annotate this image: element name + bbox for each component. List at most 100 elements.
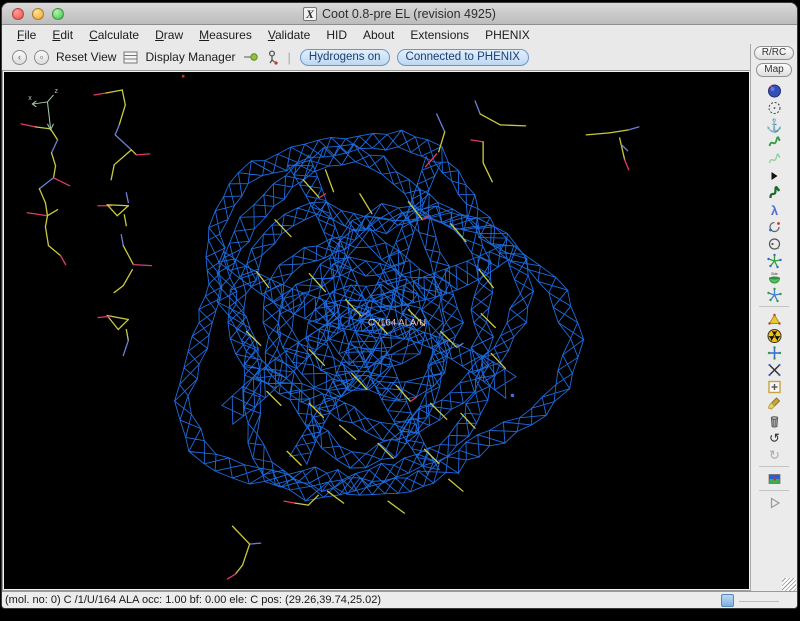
residue-fragment-segment <box>610 130 629 133</box>
reset-view-button[interactable]: Reset View <box>56 50 116 64</box>
residue-chain-segment <box>21 124 35 127</box>
ligand-builder-flag-icon[interactable] <box>763 470 785 487</box>
menu-hid[interactable]: HID <box>319 27 354 43</box>
residue-fragment-segment <box>483 163 492 182</box>
status-bar: (mol. no: 0) C /1/U/164 ALA occ: 1.00 bf… <box>2 591 797 608</box>
phenix-connection-button[interactable]: Connected to PHENIX <box>397 49 529 66</box>
display-manager-button[interactable]: Display Manager <box>145 50 235 64</box>
auto-fit-rotamer-icon[interactable] <box>763 218 785 235</box>
title-bar[interactable]: X Coot 0.8-pre EL (revision 4925) <box>2 3 797 25</box>
crosshair-circle-icon[interactable] <box>763 99 785 116</box>
residue-chain-segment <box>114 150 131 165</box>
residue-chain-segment <box>50 129 57 140</box>
in-density-stick <box>340 425 356 439</box>
menu-draw[interactable]: Draw <box>148 27 190 43</box>
residue-fragment-segment <box>625 160 629 170</box>
svg-text:↻: ↻ <box>769 447 780 462</box>
menu-edit[interactable]: Edit <box>45 27 80 43</box>
in-density-stick <box>378 443 393 458</box>
undo-icon[interactable]: ↺ <box>763 429 785 446</box>
trash-icon[interactable] <box>763 412 785 429</box>
edit-chi-angles-icon[interactable] <box>763 252 785 269</box>
svg-text:Side: Side <box>771 272 778 276</box>
residue-chain-segment <box>54 178 70 186</box>
hydrogens-toggle-button[interactable]: Hydrogens on <box>300 49 390 66</box>
run-script-icon[interactable] <box>763 494 785 511</box>
zoom-button[interactable] <box>52 8 64 20</box>
molecule-figure-icon[interactable] <box>266 50 279 65</box>
refine-zone-icon[interactable] <box>763 133 785 150</box>
anchor-icon[interactable]: ⚓ <box>763 116 785 133</box>
residue-chain-segment <box>45 216 47 227</box>
coot-window: X Coot 0.8-pre EL (revision 4925) FileEd… <box>1 2 798 609</box>
expand-arrow-icon[interactable] <box>763 167 785 184</box>
molecular-viewport[interactable]: xzC /164 ALA/U <box>4 72 749 589</box>
residue-chain-segment <box>133 265 151 266</box>
menu-phenix[interactable]: PHENIX <box>478 27 537 43</box>
sphere-icon[interactable] <box>763 82 785 99</box>
in-density-stick <box>287 451 301 465</box>
key-icon[interactable] <box>243 51 259 63</box>
residue-fragment-segment <box>500 125 525 126</box>
nav-target-icon[interactable]: ▫ <box>34 50 49 65</box>
main-toolbar: ‹ ▫ Reset View Display Manager | Hydroge… <box>2 44 750 70</box>
residue-fragment-segment <box>250 543 261 544</box>
residue-chain-segment <box>48 246 60 256</box>
minimize-button[interactable] <box>32 8 44 20</box>
residue-chain-segment <box>106 90 122 93</box>
regularize-zone-icon[interactable] <box>763 150 785 167</box>
residue-chain-segment <box>118 320 128 330</box>
residue-chain-segment <box>123 340 128 355</box>
residue-chain-segment <box>126 330 128 341</box>
rotate-translate-icon[interactable]: λ <box>763 201 785 218</box>
residue-chain-segment <box>52 153 56 166</box>
mutate-icon[interactable] <box>763 361 785 378</box>
menu-calculate[interactable]: Calculate <box>82 27 146 43</box>
residue-fragment-segment <box>629 127 639 130</box>
menu-about[interactable]: About <box>356 27 401 43</box>
flip-side-icon[interactable]: Side <box>763 269 785 286</box>
modelling-icon-stack: ⚓ λ Side ↺↻ <box>759 82 789 511</box>
right-toolbar: R/RC Map ⚓ λ Side ↺↻ <box>750 44 797 591</box>
add-residue-box-icon[interactable] <box>763 378 785 395</box>
residue-chain-segment <box>45 203 47 216</box>
menu-validate[interactable]: Validate <box>261 27 318 43</box>
place-atom-icon[interactable] <box>763 344 785 361</box>
status-text: (mol. no: 0) C /1/U/164 ALA occ: 1.00 bf… <box>5 594 381 606</box>
residue-chain-segment <box>94 93 106 95</box>
menu-measures[interactable]: Measures <box>192 27 259 43</box>
residue-fragment-segment <box>437 114 445 132</box>
residue-fragment-segment <box>284 501 295 503</box>
in-density-stick <box>449 479 463 491</box>
radiation-icon[interactable] <box>763 327 785 344</box>
residue-chain-segment <box>35 127 50 129</box>
menu-file[interactable]: File <box>10 27 43 43</box>
in-density-stick <box>388 501 404 513</box>
redo-icon[interactable]: ↻ <box>763 446 785 463</box>
residue-chain-segment <box>111 165 114 180</box>
map-button[interactable]: Map <box>756 63 791 77</box>
gl-canvas-frame: xzC /164 ALA/U <box>2 70 750 591</box>
status-scroll-thumb[interactable] <box>721 594 734 607</box>
menu-extensions[interactable]: Extensions <box>403 27 476 43</box>
in-density-stick <box>325 170 333 192</box>
close-button[interactable] <box>12 8 24 20</box>
resize-grip[interactable] <box>782 578 796 591</box>
residue-fragment-segment <box>295 503 308 505</box>
nav-back-icon[interactable]: ‹ <box>12 50 27 65</box>
rigid-body-fit-icon[interactable] <box>763 184 785 201</box>
residue-chain-segment <box>126 193 128 203</box>
jiggle-fit-icon[interactable] <box>763 286 785 303</box>
residue-chain-segment <box>115 135 131 150</box>
window-title: X Coot 0.8-pre EL (revision 4925) <box>303 7 496 21</box>
icon-separator <box>759 306 789 307</box>
residue-fragment-segment <box>243 544 250 565</box>
brush-icon[interactable] <box>763 395 785 412</box>
svg-text:λ: λ <box>770 203 778 218</box>
rrc-button[interactable]: R/RC <box>754 46 794 60</box>
residue-chain-segment <box>117 206 128 216</box>
residue-chain-segment <box>98 317 109 318</box>
svg-text:⚓: ⚓ <box>766 118 782 133</box>
add-terminal-residue-icon[interactable] <box>763 310 785 327</box>
rotamers-icon[interactable] <box>763 235 785 252</box>
